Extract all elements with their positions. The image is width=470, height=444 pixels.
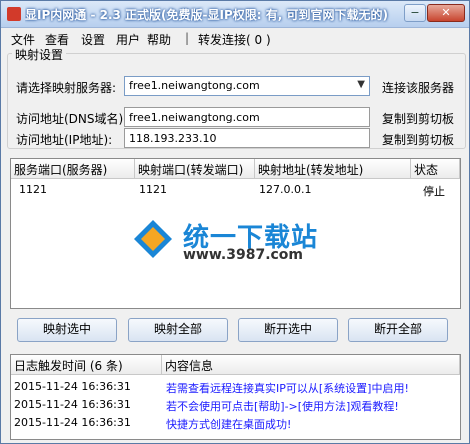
menu-settings[interactable]: 设置: [81, 31, 105, 48]
copy-ip-button[interactable]: 复制到剪切板: [382, 131, 454, 148]
log-row-time: 2015-11-24 16:36:31: [14, 416, 131, 429]
row-mapped-address[interactable]: 127.0.0.1: [259, 183, 311, 196]
row-mapped-port[interactable]: 1121: [139, 183, 167, 196]
ip-field[interactable]: [124, 128, 370, 148]
server-select[interactable]: free1.neiwangtong.com ▼: [124, 76, 370, 96]
dns-field[interactable]: [124, 107, 370, 127]
row-server-port[interactable]: 1121: [19, 183, 47, 196]
column-status[interactable]: 状态: [411, 159, 460, 179]
copy-dns-button[interactable]: 复制到剪切板: [382, 110, 454, 127]
menu-user[interactable]: 用户: [116, 31, 140, 48]
connect-server-button[interactable]: 连接该服务器: [382, 79, 454, 96]
menu-help[interactable]: 帮助: [147, 31, 171, 48]
main-window: 显IP内网通 - 2.3 正式版(免费版-显IP权限: 有, 可到官网下载无的)…: [0, 0, 470, 444]
dns-label: 访问地址(DNS域名):: [16, 112, 128, 126]
window-title: 显IP内网通 - 2.3 正式版(免费版-显IP权限: 有, 可到官网下载无的): [25, 8, 388, 22]
disconnect-selected-button[interactable]: 断开选中: [238, 318, 338, 342]
chevron-down-icon[interactable]: ▼: [357, 79, 365, 90]
column-log-info[interactable]: 内容信息: [162, 355, 460, 375]
server-label: 请选择映射服务器:: [16, 81, 117, 95]
column-mapped-port[interactable]: 映射端口(转发端口): [135, 159, 255, 179]
log-row-message: 若需查看远程连接真实IP可以从[系统设置]中启用!: [166, 382, 409, 395]
minimize-button[interactable]: −: [404, 4, 426, 22]
title-bar[interactable]: 显IP内网通 - 2.3 正式版(免费版-显IP权限: 有, 可到官网下载无的)…: [1, 1, 469, 28]
server-select-value: free1.neiwangtong.com: [129, 79, 260, 92]
log-row-message: 快捷方式创建在桌面成功!: [166, 418, 292, 431]
log-list[interactable]: 日志触发时间 (6 条) 内容信息 2015-11-24 16:36:31 若需…: [10, 354, 461, 440]
app-icon: [7, 7, 21, 21]
map-selected-button[interactable]: 映射选中: [17, 318, 117, 342]
map-all-button[interactable]: 映射全部: [128, 318, 228, 342]
menu-bar: 文件 查看 设置 用户 帮助 | 转发连接( 0 ): [1, 28, 469, 48]
menu-separator: |: [185, 31, 190, 45]
close-button[interactable]: ✕: [427, 4, 465, 22]
log-row[interactable]: 2015-11-24 16:36:31 若需查看远程连接真实IP可以从[系统设置…: [11, 379, 460, 396]
watermark-url: www.3987.com: [183, 247, 304, 263]
row-status[interactable]: 停止: [423, 183, 445, 199]
log-row-message: 若不会使用可点击[帮助]->[使用方法]观看教程!: [166, 400, 399, 413]
menu-forward-connections[interactable]: 转发连接( 0 ): [198, 31, 271, 48]
log-row[interactable]: 2015-11-24 16:36:31 若不会使用可点击[帮助]->[使用方法]…: [11, 397, 460, 414]
watermark-logo-icon: [134, 220, 172, 258]
column-mapped-address[interactable]: 映射地址(转发地址): [255, 159, 411, 179]
log-row-time: 2015-11-24 16:36:31: [14, 398, 131, 411]
column-server-port[interactable]: 服务端口(服务器): [11, 159, 135, 179]
ip-label: 访问地址(IP地址):: [16, 133, 113, 147]
column-log-time[interactable]: 日志触发时间 (6 条): [11, 355, 162, 375]
log-row[interactable]: 2015-11-24 16:36:31 快捷方式创建在桌面成功!: [11, 415, 460, 432]
log-row-time: 2015-11-24 16:36:31: [14, 380, 131, 393]
mapping-settings-title: 映射设置: [12, 46, 67, 63]
disconnect-all-button[interactable]: 断开全部: [348, 318, 448, 342]
